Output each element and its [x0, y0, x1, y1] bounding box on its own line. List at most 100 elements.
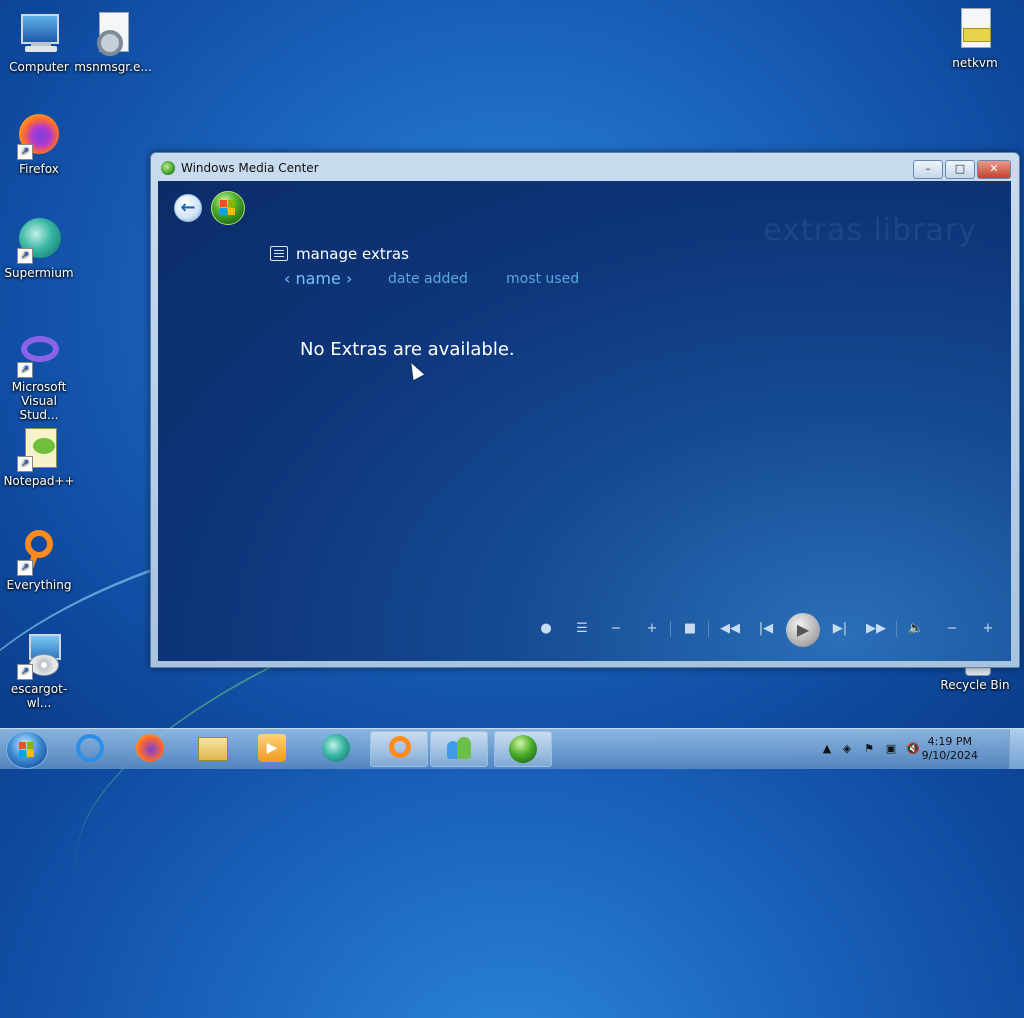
- desktop-icon-label: Microsoft Visual Stud...: [11, 380, 67, 422]
- speaker-icon: 🔈: [907, 621, 925, 636]
- shortcut-arrow-icon: ↗: [17, 362, 33, 378]
- media-center-content: extras library ← manage extras ‹ name › …: [158, 181, 1011, 661]
- network-icon[interactable]: ▣: [884, 742, 898, 756]
- everything-search-icon: [389, 736, 411, 758]
- maximize-button[interactable]: □: [945, 160, 975, 179]
- manage-extras-header[interactable]: manage extras: [270, 245, 409, 263]
- guide-button[interactable]: ☰: [570, 617, 594, 641]
- desktop-icon-supermium[interactable]: ↗ Supermium: [0, 216, 78, 280]
- channel-up-button[interactable]: +: [640, 617, 664, 641]
- next-button[interactable]: ▶|: [828, 617, 852, 641]
- shortcut-arrow-icon: ↗: [17, 144, 33, 160]
- chevron-up-icon: ▲: [822, 742, 832, 755]
- supermium-icon: ↗: [15, 216, 63, 264]
- desktop-icon-computer[interactable]: Computer: [0, 10, 78, 74]
- desktop-icon-label: Everything: [6, 578, 72, 592]
- previous-button[interactable]: |◀: [754, 617, 778, 641]
- play-button[interactable]: ▶: [786, 613, 820, 647]
- record-icon: ●: [540, 621, 552, 636]
- desktop-icon-label: Recycle Bin: [940, 678, 1010, 692]
- desktop-icon-firefox[interactable]: ↗ Firefox: [0, 112, 78, 176]
- windows-logo-icon: [19, 742, 35, 758]
- action-center-icon[interactable]: ⚑: [862, 742, 876, 756]
- stop-icon: ■: [683, 621, 697, 636]
- taskbar-messenger[interactable]: [430, 731, 488, 767]
- system-tray: ▲ ◈ ⚑ ▣ 🔇 4:19 PM 9/10/2024: [814, 729, 1024, 769]
- transport-controls: ● ☰ − + ■ ◀◀ |◀ ▶ ▶| ▶▶ 🔈 − +: [158, 613, 1011, 649]
- close-button[interactable]: ✕: [977, 160, 1011, 179]
- fast-forward-icon: ▶▶: [866, 621, 886, 636]
- taskbar-supermium[interactable]: [308, 731, 364, 765]
- desktop-icon-everything[interactable]: ↗ Everything: [0, 528, 78, 592]
- shortcut-arrow-icon: ↗: [17, 560, 33, 576]
- window-titlebar[interactable]: Windows Media Center – □ ✕: [151, 153, 1019, 181]
- sort-option-most-used[interactable]: most used: [506, 271, 579, 287]
- desktop-icon-netkvm[interactable]: netkvm: [936, 6, 1014, 70]
- rewind-icon: ◀◀: [720, 621, 740, 636]
- rewind-button[interactable]: ◀◀: [718, 617, 742, 641]
- taskbar-media-player[interactable]: ▶: [244, 731, 300, 765]
- everything-search-icon: ↗: [15, 528, 63, 576]
- desktop-icon-label: Supermium: [4, 266, 74, 280]
- list-icon: ☰: [576, 621, 588, 636]
- firefox-icon: [136, 734, 164, 762]
- desktop-icon-notepadpp[interactable]: ↗ Notepad++: [0, 424, 78, 488]
- start-button[interactable]: [6, 731, 48, 769]
- desktop-icon-visual-studio[interactable]: ↗ Microsoft Visual Stud...: [0, 330, 78, 422]
- volume-icon[interactable]: 🔇: [906, 742, 920, 756]
- media-center-start-button[interactable]: [211, 191, 245, 225]
- taskbar-firefox[interactable]: [122, 731, 178, 765]
- minus-icon: −: [610, 621, 622, 636]
- taskbar-internet-explorer[interactable]: [62, 731, 118, 765]
- volume-up-button[interactable]: +: [976, 617, 1000, 641]
- empty-message: No Extras are available.: [300, 339, 515, 360]
- setup-file-icon: [951, 6, 999, 54]
- network-monitor-icon: ▣: [885, 742, 897, 755]
- folder-icon: [198, 737, 228, 761]
- plus-icon: +: [646, 621, 658, 636]
- mute-button[interactable]: 🔈: [904, 617, 928, 641]
- taskbar-everything[interactable]: [370, 731, 428, 767]
- desktop-icon-label: Notepad++: [3, 474, 75, 488]
- fast-forward-button[interactable]: ▶▶: [864, 617, 888, 641]
- media-center-window[interactable]: Windows Media Center – □ ✕ extras librar…: [150, 152, 1020, 668]
- tray-app-icon[interactable]: ◈: [840, 742, 854, 756]
- clock[interactable]: 4:19 PM 9/10/2024: [922, 735, 978, 763]
- desktop-icon-escargot[interactable]: ↗ escargot-wl...: [0, 632, 78, 710]
- sort-option-date-added[interactable]: date added: [388, 271, 468, 287]
- stop-button[interactable]: ■: [678, 617, 702, 641]
- media-center-logo-icon: [161, 161, 175, 175]
- settings-file-icon: [89, 10, 137, 58]
- minus-icon: −: [946, 621, 958, 636]
- clock-date: 9/10/2024: [921, 749, 978, 762]
- show-desktop-button[interactable]: [1009, 729, 1024, 769]
- firefox-icon: ↗: [15, 112, 63, 160]
- back-button[interactable]: ←: [174, 194, 202, 222]
- clock-time: 4:19 PM: [927, 735, 972, 748]
- record-button[interactable]: ●: [534, 617, 558, 641]
- shortcut-arrow-icon: ↗: [17, 664, 33, 680]
- desktop-icon-msnmsgr[interactable]: msnmsgr.e...: [74, 10, 152, 74]
- sort-option-name[interactable]: ‹ name ›: [284, 269, 352, 288]
- supermium-icon: [322, 734, 350, 762]
- sort-option-label: name: [295, 269, 341, 288]
- desktop-icon-label: escargot-wl...: [10, 682, 68, 710]
- shortcut-arrow-icon: ↗: [17, 248, 33, 264]
- taskbar-file-explorer[interactable]: [184, 731, 240, 765]
- play-icon: ▶: [796, 620, 810, 639]
- taskbar: ▶ ▲ ◈ ⚑ ▣ 🔇 4:19 PM 9/10/2024: [0, 728, 1024, 769]
- desktop-icon-label: msnmsgr.e...: [74, 60, 152, 74]
- show-hidden-icons-button[interactable]: ▲: [820, 742, 834, 756]
- minimize-button[interactable]: –: [913, 160, 943, 179]
- media-player-icon: ▶: [258, 734, 286, 762]
- channel-down-button[interactable]: −: [604, 617, 628, 641]
- taskbar-media-center[interactable]: [494, 731, 552, 767]
- desktop-icon-label: Firefox: [19, 162, 59, 176]
- shortcut-arrow-icon: ↗: [17, 456, 33, 472]
- desktop-icon-label: Computer: [9, 60, 69, 74]
- list-icon: [270, 246, 288, 261]
- volume-down-button[interactable]: −: [940, 617, 964, 641]
- skip-back-icon: |◀: [758, 621, 774, 636]
- media-center-logo-icon: [509, 735, 537, 763]
- background-title: extras library: [763, 213, 977, 248]
